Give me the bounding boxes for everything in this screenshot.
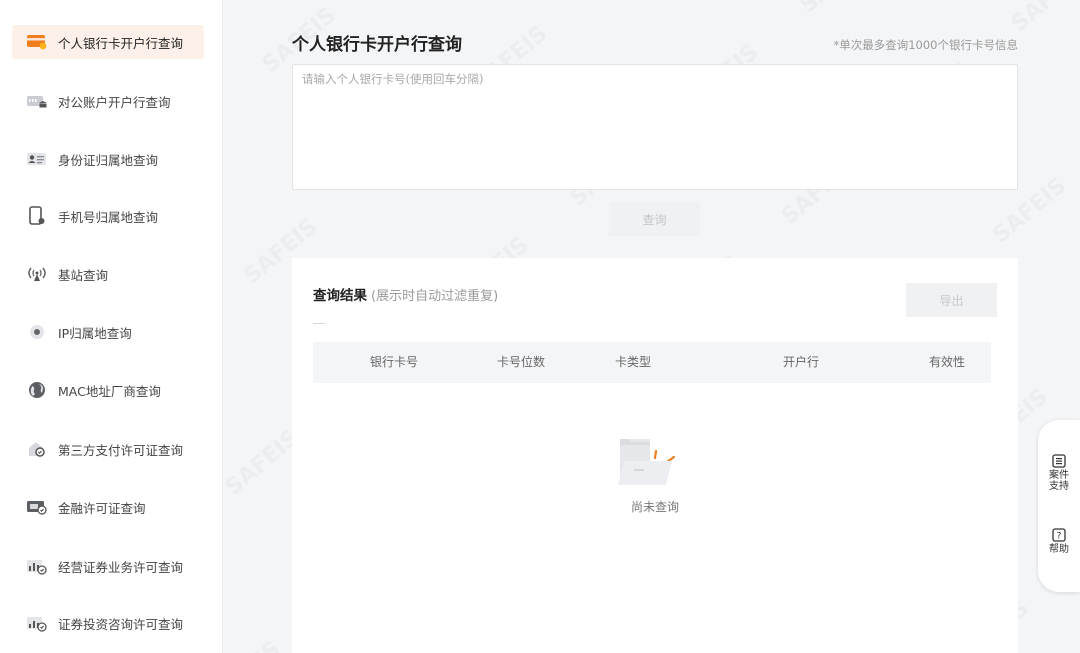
result-table-header: 银行卡号 卡号位数 卡类型 开户行 有效性 [313, 342, 991, 383]
sidebar-item-label: IP归属地查询 [58, 325, 132, 341]
page-title: 个人银行卡开户行查询 [292, 35, 462, 55]
globe-icon [26, 379, 48, 401]
main-content: 个人银行卡开户行查询 *单次最多查询1000个银行卡号信息 查询 查询结果 (展示… [224, 0, 1080, 653]
sidebar-item-corporate-account[interactable]: 对公账户开户行查询 [12, 84, 204, 118]
sidebar-item-mac-vendor[interactable]: MAC地址厂商查询 [12, 373, 204, 407]
floating-support-widget: 案件 支持 ? 帮助 [1038, 420, 1080, 592]
svg-text:?: ? [1057, 532, 1062, 542]
sidebar-item-mobile-phone[interactable]: 手机号归属地查询 [12, 199, 204, 233]
case-support-button[interactable]: 案件 支持 [1038, 454, 1080, 492]
corporate-account-icon [26, 90, 48, 112]
help-label: 帮助 [1049, 544, 1069, 555]
column-header-issuing-bank: 开户行 [782, 355, 820, 369]
query-button[interactable]: 查询 [609, 202, 700, 236]
sidebar-item-investment-advisory-license[interactable]: 证券投资咨询许可查询 [12, 606, 204, 640]
sidebar-item-payment-license[interactable]: 第三方支付许可证查询 [12, 432, 204, 466]
empty-state-text: 尚未查询 [630, 500, 679, 514]
column-header-card-number: 银行卡号 [369, 355, 419, 369]
sidebar-item-label: 经营证券业务许可查询 [58, 559, 184, 575]
sidebar-item-ip-location[interactable]: IP归属地查询 [12, 315, 204, 349]
sidebar-item-finance-license[interactable]: 金融许可证查询 [12, 490, 204, 524]
column-header-validity: 有效性 [928, 355, 966, 369]
result-note: (展示时自动过滤重复) [371, 289, 499, 304]
id-card-icon [26, 148, 48, 170]
sidebar-item-label: MAC地址厂商查询 [58, 383, 161, 399]
sidebar-item-label: 第三方支付许可证查询 [58, 442, 184, 458]
mobile-phone-icon [26, 205, 48, 227]
help-button[interactable]: ? 帮助 [1038, 528, 1080, 555]
sidebar-item-label: 个人银行卡开户行查询 [58, 35, 184, 51]
payment-license-icon [26, 438, 48, 460]
result-panel: 查询结果 (展示时自动过滤重复) 导出 银行卡号 卡号位数 卡类型 开户行 有效性… [292, 258, 1018, 653]
investment-advisory-icon [26, 612, 48, 634]
sidebar-item-label: 基站查询 [58, 267, 109, 283]
location-pin-icon [26, 321, 48, 343]
sidebar: 个人银行卡开户行查询 对公账户开户行查询 身份证归属地查询 手机号归属地查询 基… [0, 0, 223, 653]
result-title-text: 查询结果 [313, 288, 367, 304]
sidebar-item-id-card[interactable]: 身份证归属地查询 [12, 142, 204, 176]
bank-card-icon [26, 31, 48, 53]
bank-card-number-input[interactable] [292, 64, 1018, 190]
sidebar-item-securities-business-license[interactable]: 经营证券业务许可查询 [12, 549, 204, 583]
sidebar-item-label: 对公账户开户行查询 [58, 94, 171, 110]
export-button[interactable]: 导出 [906, 283, 997, 317]
securities-license-icon [26, 555, 48, 577]
column-header-card-digits: 卡号位数 [496, 355, 546, 369]
column-header-card-type: 卡类型 [614, 355, 652, 369]
case-support-label-line2: 支持 [1049, 481, 1069, 492]
sidebar-item-label: 金融许可证查询 [58, 500, 146, 516]
case-support-label-line1: 案件 [1049, 470, 1069, 481]
result-title: 查询结果 (展示时自动过滤重复) [313, 284, 498, 304]
sidebar-item-label: 手机号归属地查询 [58, 209, 159, 225]
base-station-icon [26, 263, 48, 285]
query-limit-note: *单次最多查询1000个银行卡号信息 [833, 38, 1018, 52]
document-icon [1052, 454, 1066, 468]
finance-license-icon [26, 496, 48, 518]
sidebar-item-label: 证券投资咨询许可查询 [58, 616, 184, 632]
sidebar-item-personal-bank-card[interactable]: 个人银行卡开户行查询 [12, 25, 204, 59]
help-icon: ? [1052, 528, 1066, 542]
sidebar-item-label: 身份证归属地查询 [58, 152, 159, 168]
sidebar-item-base-station[interactable]: 基站查询 [12, 257, 204, 291]
title-underline [313, 323, 325, 324]
